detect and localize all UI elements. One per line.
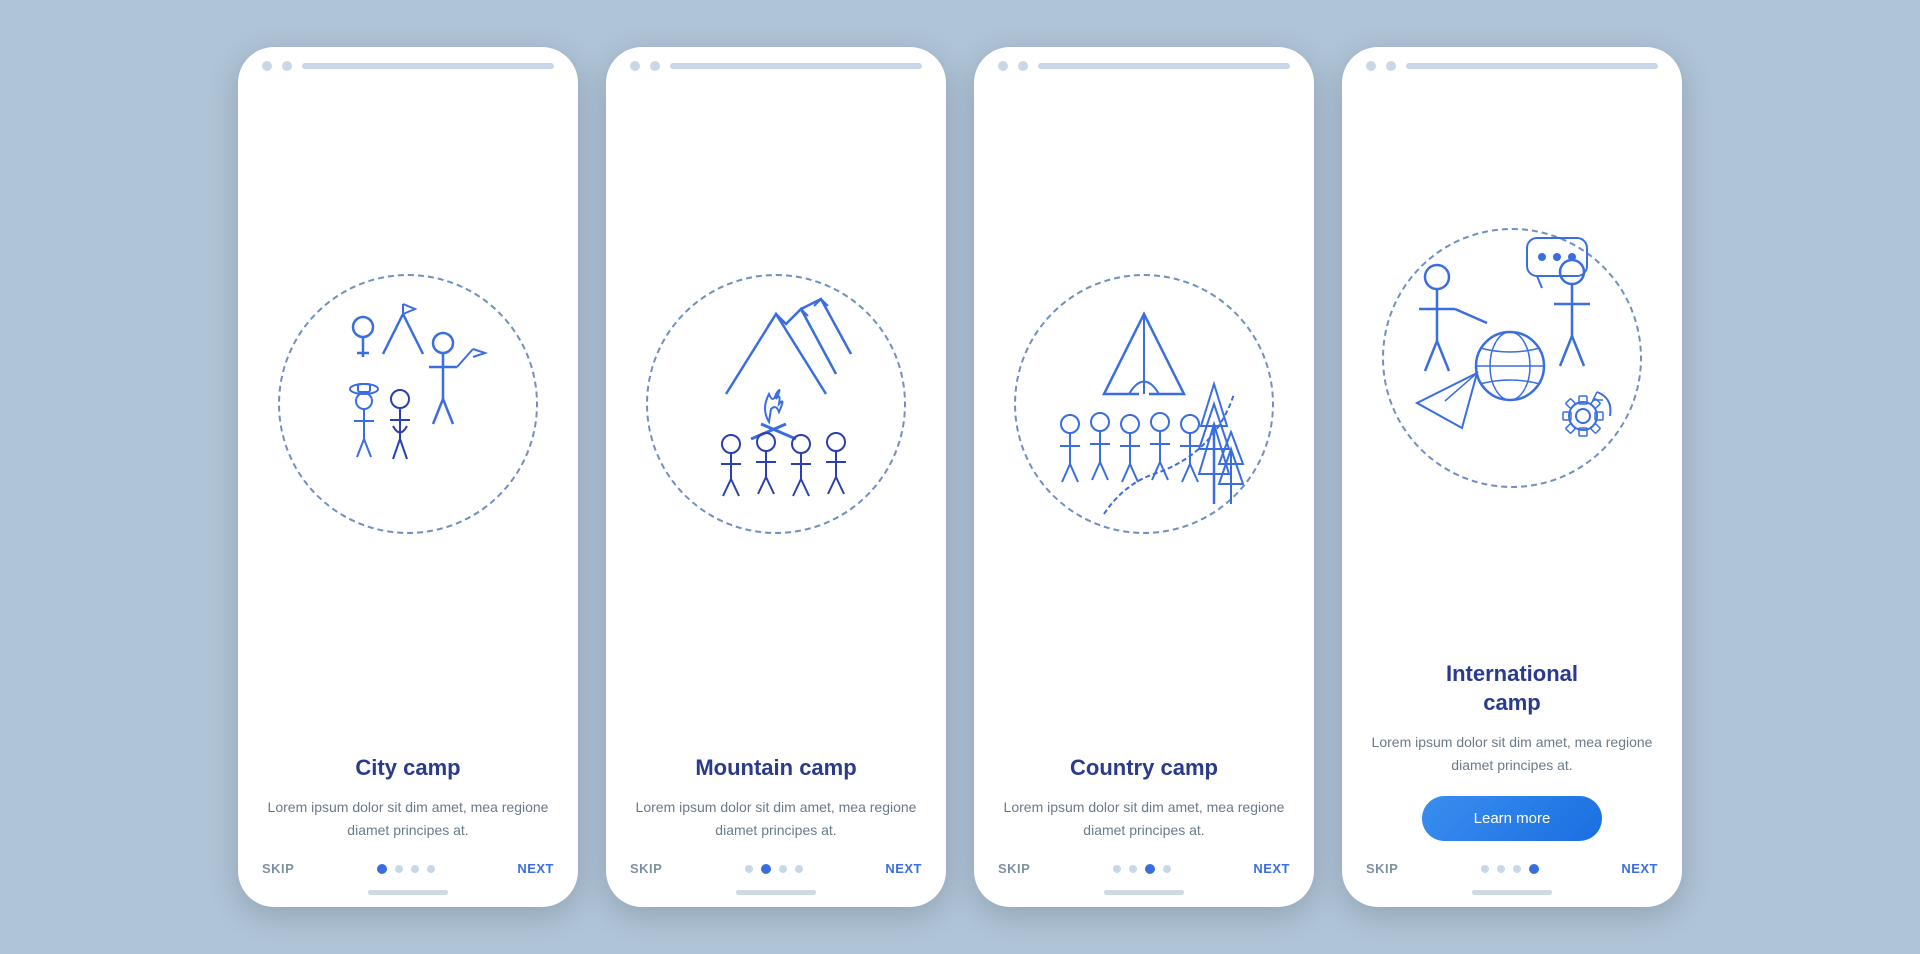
nav-dot-3-1[interactable] — [1129, 865, 1137, 873]
city-camp-nav: SKIP NEXT — [238, 841, 578, 890]
bottom-handle-2 — [736, 890, 816, 895]
status-dot-6 — [1018, 61, 1028, 71]
nav-dot-2-0[interactable] — [745, 865, 753, 873]
nav-dot-4-1[interactable] — [1497, 865, 1505, 873]
phone-screen-country: Country camp Lorem ipsum dolor sit dim a… — [974, 47, 1314, 907]
nav-dot-4-2[interactable] — [1513, 865, 1521, 873]
mountain-camp-content: Mountain camp Lorem ipsum dolor sit dim … — [606, 738, 946, 841]
nav-dot-4-3[interactable] — [1529, 864, 1539, 874]
nav-dot-4-0[interactable] — [1481, 865, 1489, 873]
skip-button-3[interactable]: SKIP — [998, 861, 1030, 876]
mountain-camp-nav: SKIP NEXT — [606, 841, 946, 890]
mountain-camp-title: Mountain camp — [634, 754, 918, 783]
screens-container: City camp Lorem ipsum dolor sit dim amet… — [238, 47, 1682, 907]
status-dot-3 — [630, 61, 640, 71]
skip-button-1[interactable]: SKIP — [262, 861, 294, 876]
next-button-3[interactable]: NEXT — [1253, 861, 1290, 876]
international-camp-icon — [1387, 233, 1637, 483]
city-camp-description: Lorem ipsum dolor sit dim amet, mea regi… — [266, 796, 550, 841]
status-dot-8 — [1386, 61, 1396, 71]
nav-dot-1-0[interactable] — [377, 864, 387, 874]
status-bar-3 — [974, 47, 1314, 71]
status-line-3 — [1038, 63, 1290, 69]
nav-dot-2-1[interactable] — [761, 864, 771, 874]
status-dot-2 — [282, 61, 292, 71]
city-camp-icon — [293, 289, 523, 519]
international-camp-nav: SKIP NEXT — [1342, 841, 1682, 890]
phone-screen-city: City camp Lorem ipsum dolor sit dim amet… — [238, 47, 578, 907]
next-button-2[interactable]: NEXT — [885, 861, 922, 876]
illustration-circle-4 — [1382, 228, 1642, 488]
illustration-circle-3 — [1014, 274, 1274, 534]
bottom-handle-1 — [368, 890, 448, 895]
learn-more-button[interactable]: Learn more — [1422, 796, 1602, 841]
nav-dot-3-2[interactable] — [1145, 864, 1155, 874]
next-button-1[interactable]: NEXT — [517, 861, 554, 876]
bottom-handle-3 — [1104, 890, 1184, 895]
country-camp-content: Country camp Lorem ipsum dolor sit dim a… — [974, 738, 1314, 841]
skip-button-2[interactable]: SKIP — [630, 861, 662, 876]
nav-dot-3-3[interactable] — [1163, 865, 1171, 873]
country-camp-nav: SKIP NEXT — [974, 841, 1314, 890]
mountain-camp-description: Lorem ipsum dolor sit dim amet, mea regi… — [634, 796, 918, 841]
status-line — [302, 63, 554, 69]
nav-dots-3 — [1113, 864, 1171, 874]
status-bar-2 — [606, 47, 946, 71]
phone-screen-international: International camp Lorem ipsum dolor sit… — [1342, 47, 1682, 907]
nav-dot-2-3[interactable] — [795, 865, 803, 873]
status-bar — [238, 47, 578, 71]
nav-dots-4 — [1481, 864, 1539, 874]
bottom-handle-4 — [1472, 890, 1552, 895]
country-camp-description: Lorem ipsum dolor sit dim amet, mea regi… — [1002, 796, 1286, 841]
status-dot-1 — [262, 61, 272, 71]
mountain-camp-icon — [656, 284, 896, 524]
status-dot-7 — [1366, 61, 1376, 71]
status-dot-5 — [998, 61, 1008, 71]
nav-dot-1-2[interactable] — [411, 865, 419, 873]
nav-dots-1 — [377, 864, 435, 874]
status-line-2 — [670, 63, 922, 69]
nav-dots-2 — [745, 864, 803, 874]
country-camp-icon — [1024, 284, 1264, 524]
status-bar-4 — [1342, 47, 1682, 71]
international-camp-content: International camp Lorem ipsum dolor sit… — [1342, 644, 1682, 841]
nav-dot-2-2[interactable] — [779, 865, 787, 873]
city-camp-content: City camp Lorem ipsum dolor sit dim amet… — [238, 738, 578, 841]
nav-dot-3-0[interactable] — [1113, 865, 1121, 873]
skip-button-4[interactable]: SKIP — [1366, 861, 1398, 876]
country-camp-illustration — [974, 71, 1314, 738]
city-camp-title: City camp — [266, 754, 550, 783]
next-button-4[interactable]: NEXT — [1621, 861, 1658, 876]
international-camp-description: Lorem ipsum dolor sit dim amet, mea regi… — [1370, 731, 1654, 776]
nav-dot-1-3[interactable] — [427, 865, 435, 873]
international-camp-title: International camp — [1370, 660, 1654, 717]
illustration-circle — [278, 274, 538, 534]
status-line-4 — [1406, 63, 1658, 69]
city-camp-illustration — [238, 71, 578, 738]
nav-dot-1-1[interactable] — [395, 865, 403, 873]
status-dot-4 — [650, 61, 660, 71]
country-camp-title: Country camp — [1002, 754, 1286, 783]
mountain-camp-illustration — [606, 71, 946, 738]
illustration-circle-2 — [646, 274, 906, 534]
international-camp-illustration — [1342, 71, 1682, 644]
phone-screen-mountain: Mountain camp Lorem ipsum dolor sit dim … — [606, 47, 946, 907]
